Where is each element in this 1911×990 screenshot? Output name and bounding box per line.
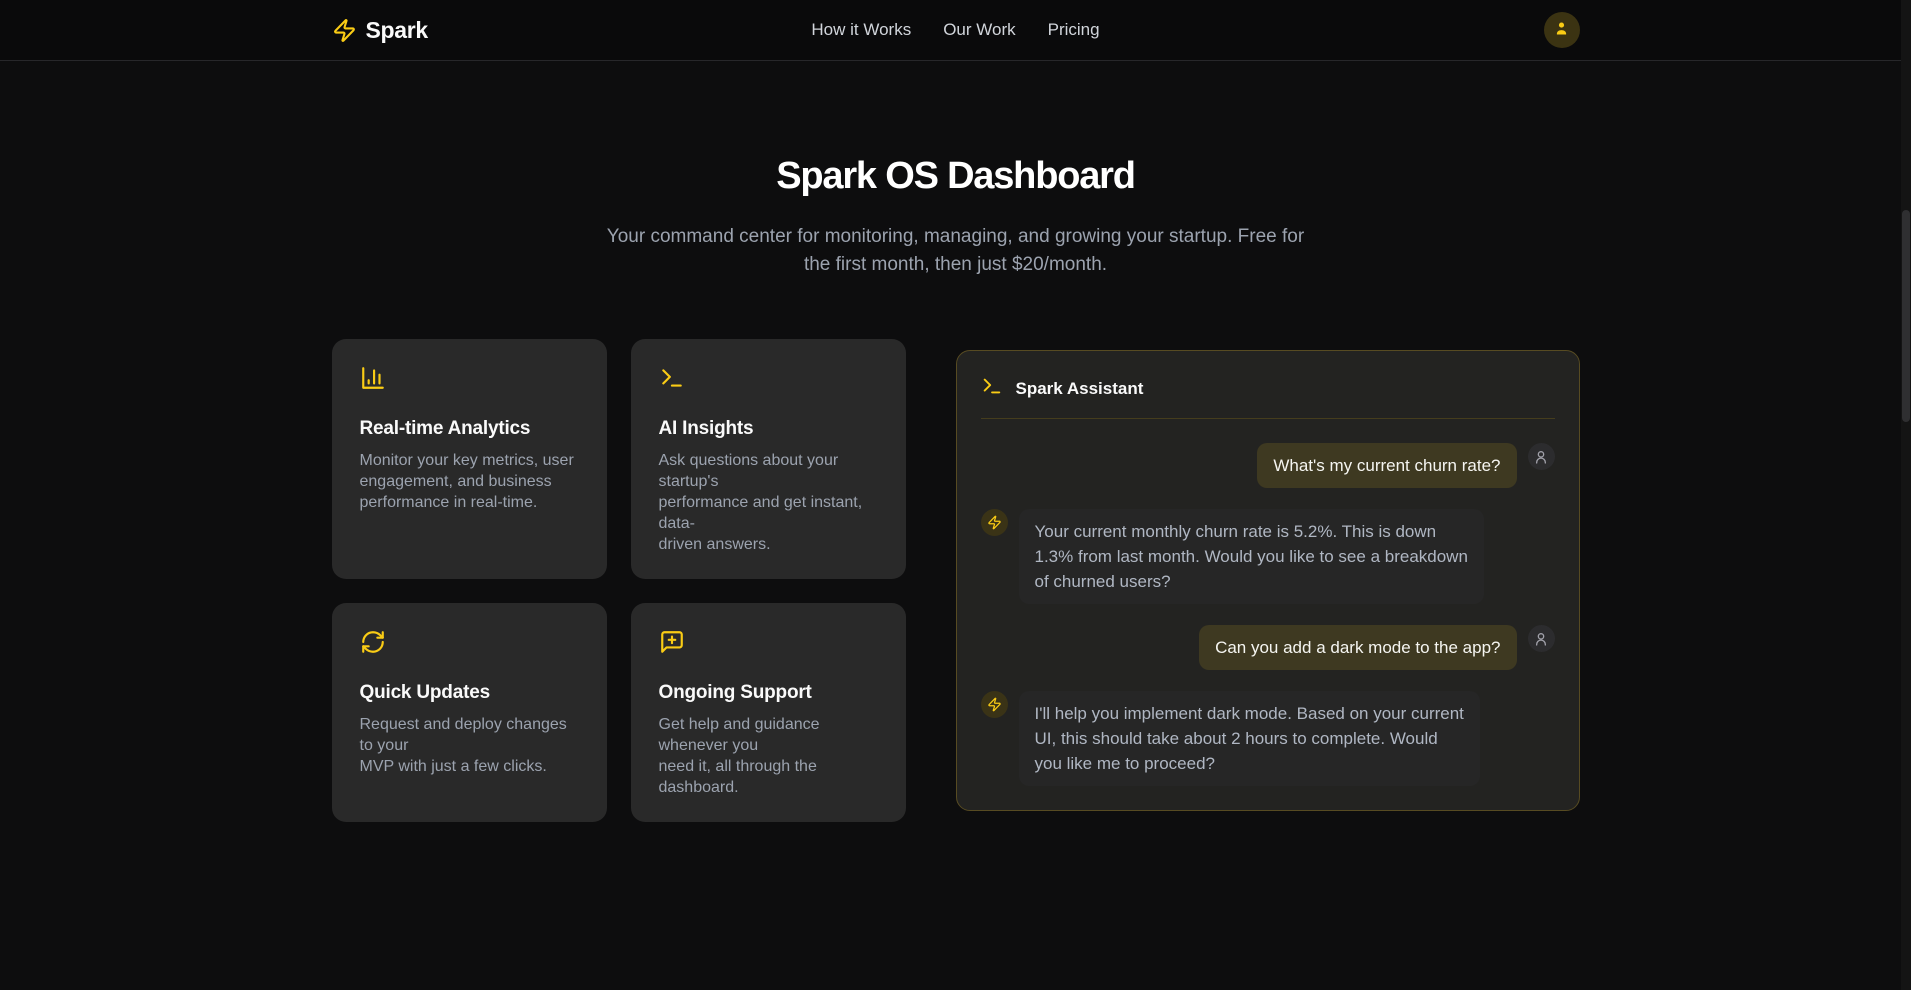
feature-title: Quick Updates bbox=[360, 682, 581, 704]
scrollbar-track bbox=[1901, 0, 1911, 990]
feature-title: AI Insights bbox=[659, 418, 880, 440]
feature-card-ongoing-support: Ongoing Support Get help and guidance wh… bbox=[631, 603, 906, 822]
feature-title: Real-time Analytics bbox=[360, 418, 581, 440]
nav-link-our-work[interactable]: Our Work bbox=[943, 20, 1015, 40]
chat-messages: What's my current churn rate? Your curre… bbox=[981, 443, 1555, 786]
assistant-message-bubble: Your current monthly churn rate is 5.2%.… bbox=[1019, 509, 1484, 604]
page-subtitle: Your command center for monitoring, mana… bbox=[0, 223, 1911, 279]
feature-card-realtime-analytics: Real-time Analytics Monitor your key met… bbox=[332, 339, 607, 579]
page-title: Spark OS Dashboard bbox=[0, 153, 1911, 199]
user-avatar bbox=[1528, 625, 1555, 652]
feature-card-quick-updates: Quick Updates Request and deploy changes… bbox=[332, 603, 607, 822]
chat-message-user: What's my current churn rate? bbox=[981, 443, 1555, 488]
assistant-avatar bbox=[981, 509, 1008, 536]
user-message-bubble: Can you add a dark mode to the app? bbox=[1199, 625, 1516, 670]
zap-icon bbox=[987, 697, 1002, 712]
user-icon bbox=[1533, 631, 1549, 647]
nav-link-how-it-works[interactable]: How it Works bbox=[811, 20, 911, 40]
feature-description: Get help and guidance whenever you need … bbox=[659, 714, 880, 798]
main-nav: How it Works Our Work Pricing bbox=[811, 20, 1099, 40]
feature-grid: Real-time Analytics Monitor your key met… bbox=[332, 339, 906, 822]
chat-message-user: Can you add a dark mode to the app? bbox=[981, 625, 1555, 670]
user-icon bbox=[1533, 449, 1549, 465]
account-avatar-button[interactable] bbox=[1544, 12, 1580, 48]
scrollbar-thumb[interactable] bbox=[1902, 210, 1910, 422]
user-icon bbox=[1553, 20, 1570, 40]
assistant-title: Spark Assistant bbox=[1016, 379, 1144, 399]
chat-message-assistant: Your current monthly churn rate is 5.2%.… bbox=[981, 509, 1555, 604]
nav-link-pricing[interactable]: Pricing bbox=[1048, 20, 1100, 40]
feature-description: Ask questions about your startup's perfo… bbox=[659, 450, 880, 555]
feature-card-ai-insights: AI Insights Ask questions about your sta… bbox=[631, 339, 906, 579]
top-navbar: Spark How it Works Our Work Pricing bbox=[0, 0, 1911, 61]
user-message-bubble: What's my current churn rate? bbox=[1257, 443, 1516, 488]
brand-name: Spark bbox=[366, 17, 428, 44]
spark-assistant-panel: Spark Assistant What's my current churn … bbox=[956, 350, 1580, 811]
zap-icon bbox=[987, 515, 1002, 530]
zap-icon bbox=[332, 18, 357, 43]
terminal-icon bbox=[981, 375, 1003, 402]
message-square-plus-icon bbox=[659, 629, 880, 660]
bar-chart-icon bbox=[360, 365, 581, 396]
chat-message-assistant: I'll help you implement dark mode. Based… bbox=[981, 691, 1555, 786]
terminal-icon bbox=[659, 365, 880, 396]
brand-logo[interactable]: Spark bbox=[332, 17, 428, 44]
refresh-icon bbox=[360, 629, 581, 660]
feature-description: Request and deploy changes to your MVP w… bbox=[360, 714, 581, 777]
hero-section: Spark OS Dashboard Your command center f… bbox=[0, 61, 1911, 279]
feature-title: Ongoing Support bbox=[659, 682, 880, 704]
assistant-message-bubble: I'll help you implement dark mode. Based… bbox=[1019, 691, 1480, 786]
assistant-header: Spark Assistant bbox=[981, 375, 1555, 419]
user-avatar bbox=[1528, 443, 1555, 470]
feature-description: Monitor your key metrics, user engagemen… bbox=[360, 450, 581, 513]
assistant-avatar bbox=[981, 691, 1008, 718]
main-content: Real-time Analytics Monitor your key met… bbox=[316, 339, 1596, 822]
